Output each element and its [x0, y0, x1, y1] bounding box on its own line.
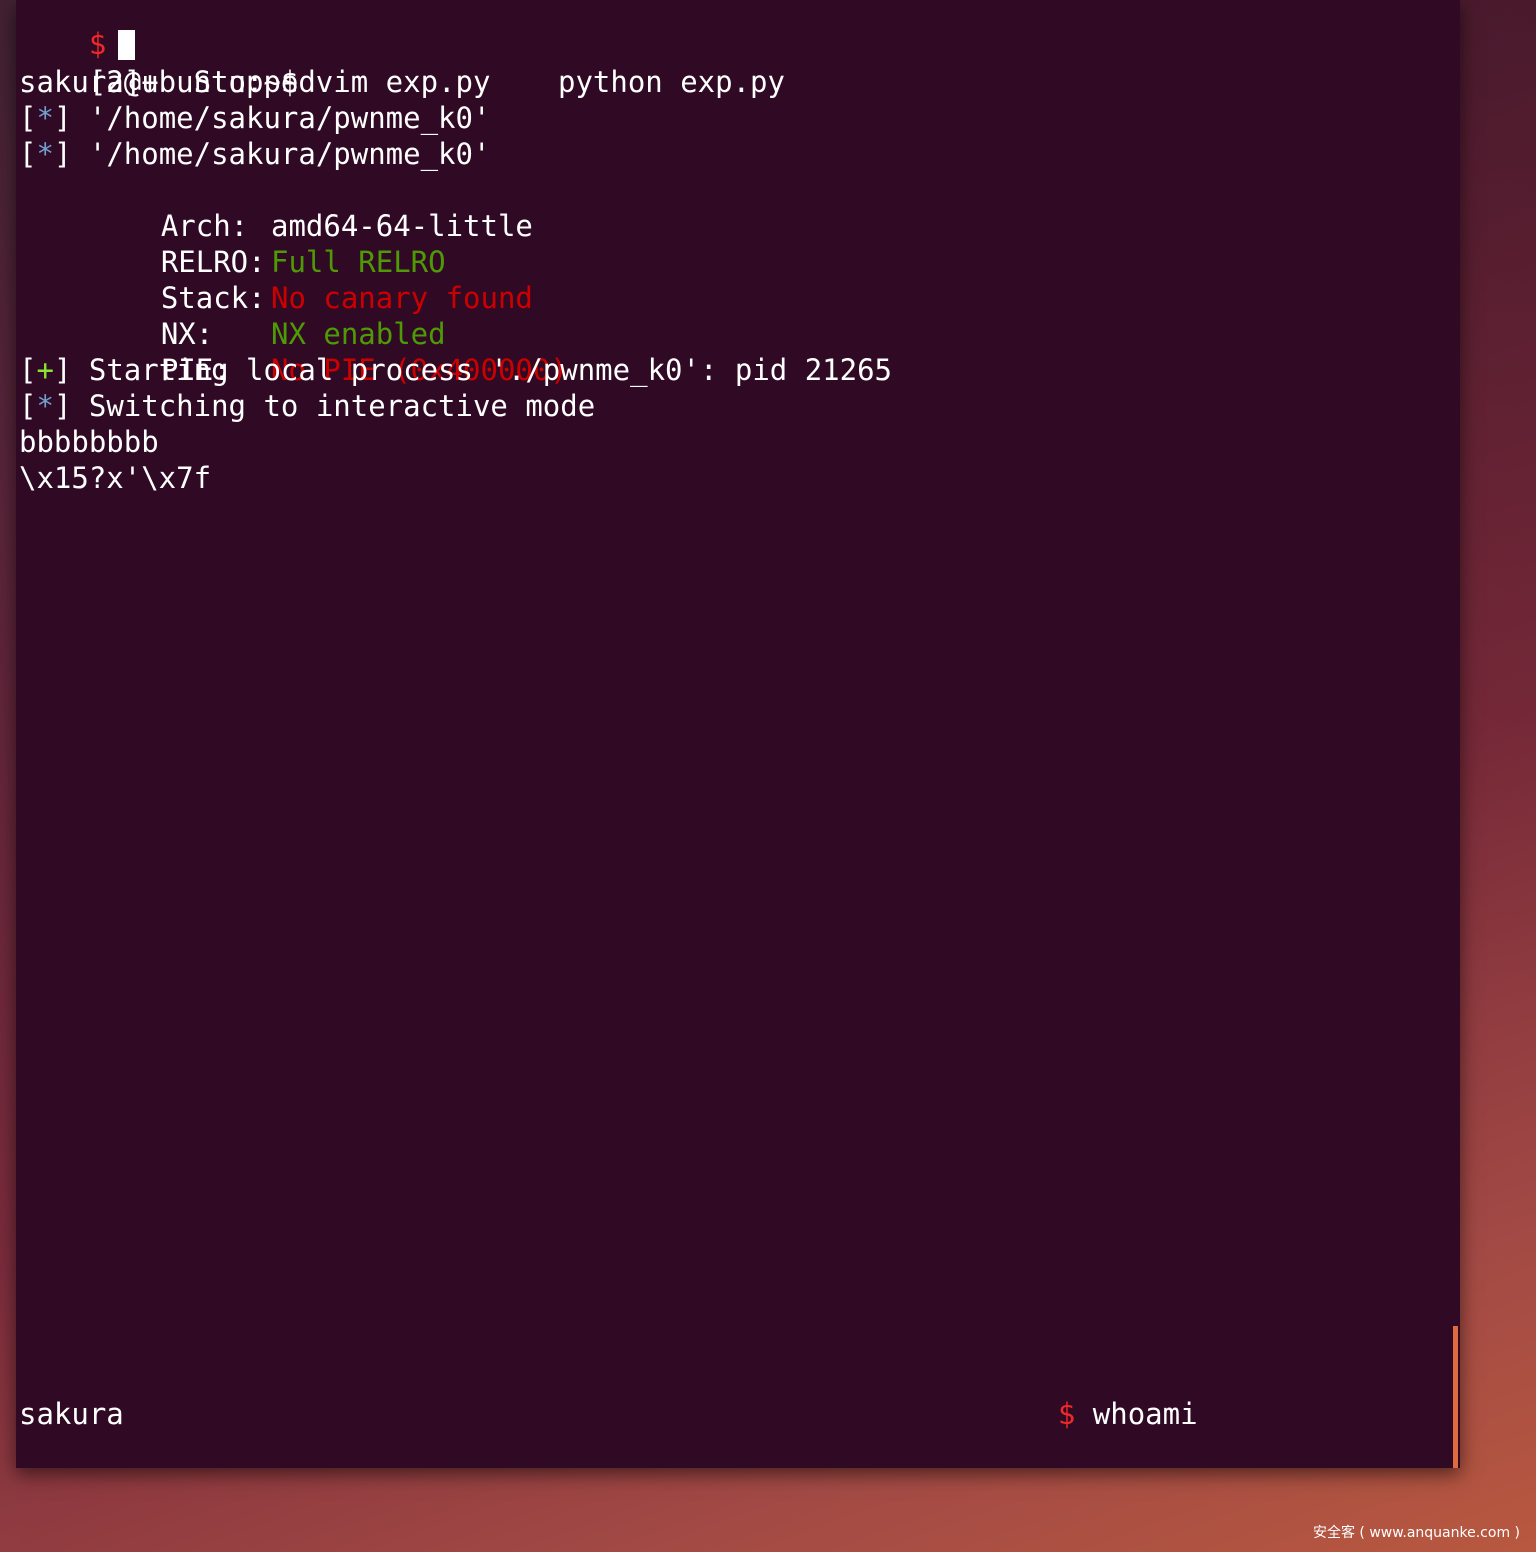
process-line: [+] Starting local process './pwnme_k0':…	[19, 353, 892, 387]
info-text: '/home/sakura/pwnme_k0'	[88, 101, 491, 135]
whoami-command: whoami	[1092, 1397, 1198, 1431]
info-marker: *	[36, 389, 54, 423]
process-text: Starting local process './pwnme_k0': pid…	[88, 353, 892, 387]
checksec-value: NX enabled	[271, 317, 446, 351]
checksec-value: amd64-64-little	[271, 209, 533, 243]
terminal-window[interactable]: $ [2]+ Stopped python exp.py sakura@ubunt…	[16, 0, 1460, 1468]
job-command: python exp.py	[558, 65, 785, 99]
prompt-dollar: $	[1057, 1397, 1076, 1431]
checksec-value: No canary found	[271, 281, 533, 315]
terminal-scrollbar[interactable]	[1453, 1326, 1458, 1468]
info-line-2: [*] '/home/sakura/pwnme_k0'	[19, 137, 491, 171]
whoami-output: sakura	[19, 1397, 124, 1431]
output-line-2: \x15?x'\x7f	[19, 461, 212, 495]
bottom-prompt-line: $	[19, 1432, 135, 1468]
info-marker: *	[36, 101, 54, 135]
info-marker: *	[36, 137, 54, 171]
info-line-1: [*] '/home/sakura/pwnme_k0'	[19, 101, 491, 135]
interactive-line: [*] Switching to interactive mode	[19, 389, 596, 423]
output-line-1: bbbbbbbb	[19, 425, 159, 459]
checksec-value: Full RELRO	[271, 245, 446, 279]
watermark: 安全客 ( www.anquanke.com )	[1312, 1525, 1520, 1541]
whoami-line: $ whoami	[988, 1360, 1198, 1468]
plus-marker: +	[36, 353, 54, 387]
interactive-text: Switching to interactive mode	[88, 389, 596, 423]
shell-prompt-line: sakura@ubuntu:~$ vim exp.py	[19, 65, 491, 99]
info-text: '/home/sakura/pwnme_k0'	[88, 137, 491, 171]
